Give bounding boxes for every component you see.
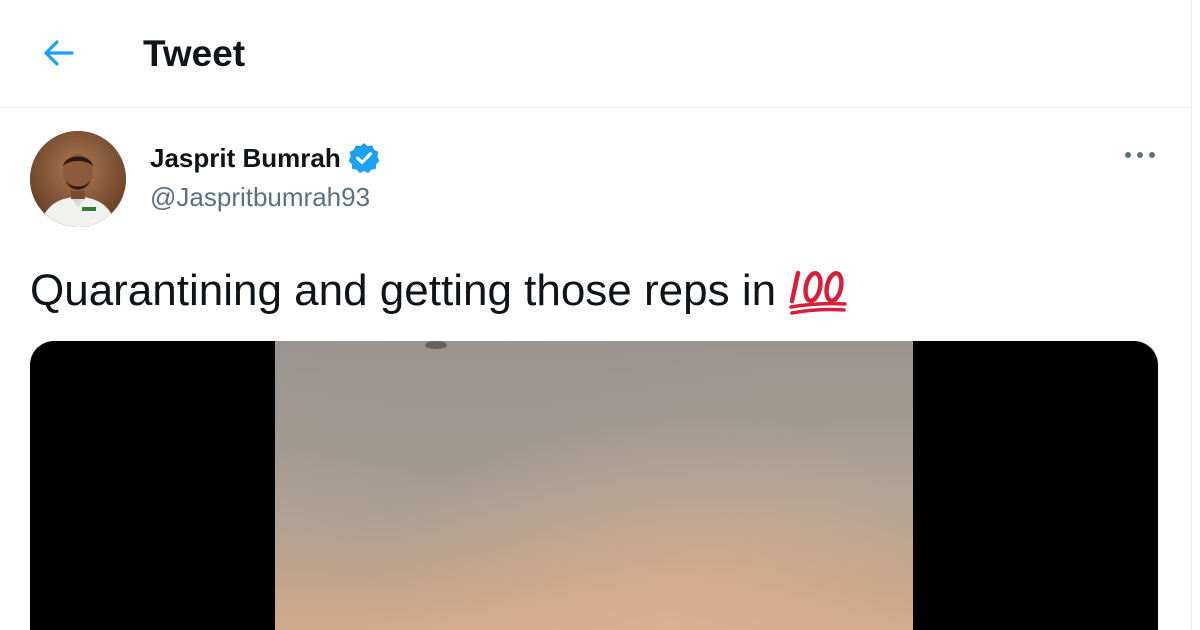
page-header: Tweet (0, 0, 1191, 108)
tweet-text-content: Quarantining and getting those reps in (30, 266, 777, 315)
page-title: Tweet (143, 33, 246, 74)
author-name[interactable]: Jasprit Bumrah (150, 141, 381, 175)
more-horizontal-icon (1125, 152, 1155, 158)
video-blur (275, 341, 913, 630)
tweet-text: Quarantining and getting those reps in (30, 263, 848, 319)
avatar[interactable] (30, 131, 126, 227)
column-divider (1191, 0, 1192, 630)
more-options-button[interactable] (1122, 140, 1158, 170)
avatar-image (30, 131, 126, 227)
hundred-points-icon (789, 270, 847, 315)
arrow-left-icon (44, 40, 74, 66)
verified-badge-icon (348, 143, 380, 174)
video-speck (425, 341, 447, 349)
tweet-video[interactable] (30, 341, 1158, 630)
video-frame (275, 341, 913, 630)
author-name-text: Jasprit Bumrah (150, 143, 341, 173)
tweet-page: Tweet Jasprit Bumrah @Jaspritbumrah93 Qu… (0, 0, 1200, 630)
back-button[interactable] (38, 34, 80, 72)
author-handle[interactable]: @Jaspritbumrah93 (150, 181, 370, 213)
